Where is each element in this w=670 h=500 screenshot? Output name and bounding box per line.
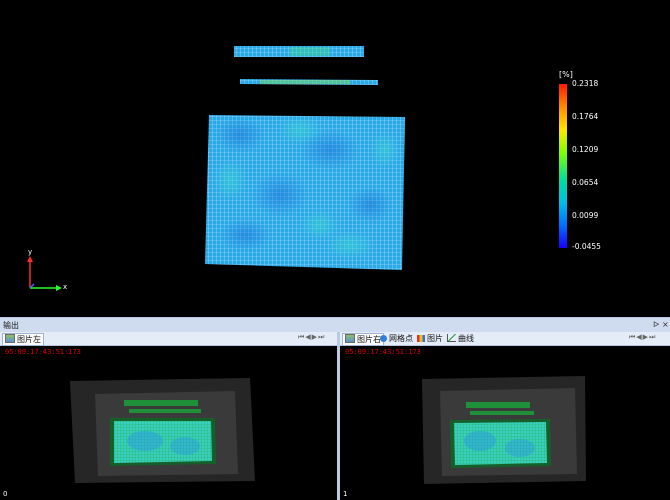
colorbar-tick: 0.0654	[572, 178, 599, 187]
left-image-pane: 图片左 ⏮◀▶⏭ 05:09:17:43:51:173 0	[0, 332, 337, 500]
right-timestamp: 05:09:17:43:51:173	[345, 348, 421, 356]
right-pane-nav-buttons[interactable]: ⏮◀▶⏭	[629, 333, 656, 342]
left-pane-nav-buttons[interactable]: ⏮◀▶⏭	[298, 333, 325, 342]
strain-mesh-view[interactable]	[0, 0, 670, 317]
image-icon	[345, 334, 355, 343]
colorbar-tick: -0.0455	[572, 242, 601, 251]
tab-curve-label: 曲线	[458, 334, 474, 343]
close-icon[interactable]: ×	[662, 320, 669, 329]
axis-y-label: y	[28, 248, 33, 256]
output-title-bar: 输出 ᐅ ×	[0, 317, 670, 333]
output-panel: 输出 ᐅ × 图片左 ⏮◀▶⏭ 05:09:17:43:51:173 0 图片右…	[0, 317, 670, 500]
right-pane-index: 1	[343, 490, 348, 498]
tab-left-image[interactable]: 图片左	[2, 333, 44, 346]
tab-picture-label: 图片	[427, 334, 443, 343]
tab-curve[interactable]: 曲线	[447, 333, 474, 344]
left-camera-image	[70, 378, 255, 483]
right-camera-image	[422, 376, 586, 484]
mesh-main-plate	[205, 115, 405, 270]
tab-right-image[interactable]: 图片右	[342, 333, 384, 346]
left-pane-index: 0	[3, 490, 8, 498]
tab-right-image-label: 图片右	[357, 335, 381, 344]
colorbar	[559, 84, 567, 248]
tab-grid-points-label: 网格点	[389, 334, 413, 343]
axis-x-label: x	[63, 283, 68, 291]
right-camera-view[interactable]: 05:09:17:43:51:173 1	[340, 346, 670, 500]
picture-icon	[417, 335, 425, 342]
left-pane-toolbar: 图片左 ⏮◀▶⏭	[0, 332, 337, 346]
curve-icon	[447, 334, 456, 342]
pin-icon[interactable]: ᐅ	[653, 320, 659, 329]
left-camera-view[interactable]: 05:09:17:43:51:173 0	[0, 346, 337, 500]
right-image-pane: 图片右 网格点 图片 曲线 ⏮◀▶⏭ 05:09:17:43:51:173 1	[340, 332, 670, 500]
3d-viewport[interactable]: [%] 0.2318 0.1764 0.1209 0.0654 0.0099 -…	[0, 0, 670, 317]
tab-picture[interactable]: 图片	[417, 333, 443, 344]
colorbar-tick: 0.1209	[572, 145, 599, 154]
tab-grid-points[interactable]: 网格点	[380, 333, 413, 344]
right-pane-toolbar: 图片右 网格点 图片 曲线 ⏮◀▶⏭	[340, 332, 670, 346]
tab-left-image-label: 图片左	[17, 335, 41, 344]
output-panel-title: 输出	[3, 321, 19, 330]
colorbar-tick: 0.1764	[572, 112, 599, 121]
colorbar-unit: [%]	[559, 70, 573, 79]
left-timestamp: 05:09:17:43:51:173	[5, 348, 81, 356]
colorbar-tick: 0.2318	[572, 79, 599, 88]
colorbar-tick: 0.0099	[572, 211, 599, 220]
grid-points-icon	[380, 335, 387, 342]
axis-triad: y x	[20, 248, 80, 295]
image-icon	[5, 334, 15, 343]
